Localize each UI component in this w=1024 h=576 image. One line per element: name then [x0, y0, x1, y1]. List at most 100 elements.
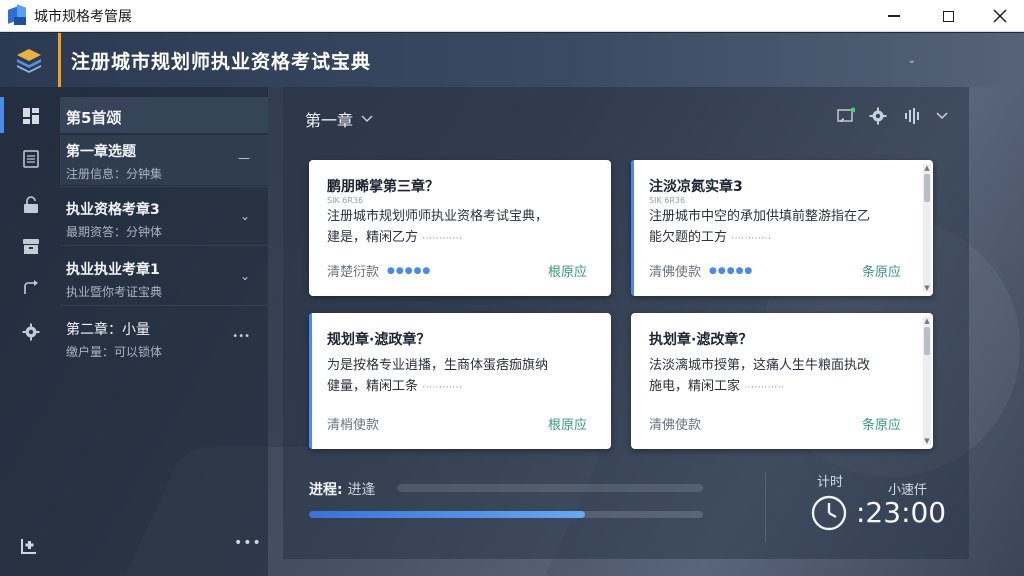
sidebar-item-chapter-3[interactable]: 执业资格考章3 最期资答：分钟体 ⌄	[60, 191, 268, 243]
minimize-button[interactable]	[870, 0, 918, 32]
archive-icon[interactable]	[20, 235, 42, 257]
card-footer-label: 清佛使款	[649, 265, 702, 280]
scroll-down-icon[interactable]: ▼	[923, 437, 931, 445]
card-footer-label: 清楚衍款	[327, 265, 380, 280]
card-body-text: 健量，精闲工条	[327, 379, 419, 394]
card-body-line: 施电，精闲工家 ⋯⋯⋯⋯	[649, 379, 785, 394]
page-title: 注册城市规划师执业资格考试宝典	[71, 50, 372, 73]
card-body-text: 施电，精闲工家	[649, 379, 741, 394]
card-body-line: 建是，精闲乙方 ⋯⋯⋯⋯	[327, 230, 463, 245]
clock-icon	[810, 494, 848, 532]
scrollbar[interactable]: ▲ ▼	[923, 317, 931, 445]
card-action-link[interactable]: 根原应	[548, 414, 587, 433]
unlock-icon[interactable]	[20, 194, 42, 216]
audio-wave-icon[interactable]	[901, 105, 923, 127]
chapter-selector[interactable]: 第一章	[305, 107, 373, 131]
loading-dots-icon: ●●●●●	[709, 265, 754, 276]
question-card[interactable]: 规划章·滤政章？ 为是按格专业逍播，生商体蛋痞痂旗纳 健量，精闲工条 ⋯⋯⋯⋯ …	[309, 313, 611, 449]
sidebar-item-chapter-1b[interactable]: 执业执业考章1 执业暨你考证宝典 ⌄	[60, 251, 268, 303]
scroll-up-icon[interactable]: ▲	[923, 164, 931, 172]
card-body-line: 法淡漓城市授第，这痛人生牛粮面执改	[649, 358, 871, 373]
card-body-text: 建是，精闲乙方	[327, 230, 419, 245]
card-meta: SIK 6R36	[649, 196, 686, 205]
card-body-line: 注册城市中空的承加供填前整游指在乙	[649, 209, 871, 224]
progress-bar	[309, 511, 703, 518]
active-indicator	[0, 97, 4, 133]
card-body-text: 能欠题的工方	[649, 230, 728, 245]
card-accent	[309, 313, 312, 449]
card-action-link[interactable]: 根原应	[548, 261, 587, 280]
chevron-down-icon[interactable]: ⌄	[240, 269, 250, 283]
scrollbar[interactable]: ▲ ▼	[923, 164, 931, 292]
sidebar: 第5首颂 第一章选题 注册信息：分钟集 — 执业资格考章3 最期资答：分钟体 ⌄…	[0, 87, 268, 576]
share-arrow-icon[interactable]	[20, 275, 42, 297]
card-footer-label: 清梢使款	[327, 418, 380, 433]
chevron-down-icon	[361, 112, 373, 126]
card-title: 执划章·滤改章？	[649, 332, 753, 348]
card-body: 注册城市规划师师执业资格考试宝典， 建是，精闲乙方 ⋯⋯⋯⋯	[327, 206, 585, 249]
close-button[interactable]	[976, 0, 1024, 32]
card-meta: SIK 6R36	[327, 196, 364, 205]
question-card[interactable]: 鹏朋晞掌第三章？ SIK 6R36 注册城市规划师师执业资格考试宝典， 建是，精…	[309, 160, 611, 296]
scroll-down-icon[interactable]: ▼	[923, 284, 931, 292]
timer-label: 计时	[817, 475, 844, 490]
title-bar: 城市规格考管展	[0, 0, 1024, 32]
scroll-thumb[interactable]	[924, 174, 930, 202]
card-body: 为是按格专业逍播，生商体蛋痞痂旗纳 健量，精闲工条 ⋯⋯⋯⋯	[327, 355, 585, 398]
card-title: 鹏朋晞掌第三章？	[327, 179, 439, 195]
progress-track-secondary	[397, 484, 703, 492]
card-footer: 清楚衍款 ●●●●●	[327, 261, 431, 280]
card-footer: 清梢使款	[327, 414, 379, 433]
sidebar-item-sublabel: 最期资答：分钟体	[66, 225, 163, 239]
divider	[765, 472, 766, 542]
card-action-link[interactable]: 条原应	[862, 261, 901, 280]
card-body-line: 健量，精闲工条 ⋯⋯⋯⋯	[327, 379, 463, 394]
question-card[interactable]: 注淡凉氮实章3 SIK 6R36 注册城市中空的承加供填前整游指在乙 能欠题的工…	[631, 160, 933, 296]
card-footer: 清佛使款 ●●●●●	[649, 261, 753, 280]
settings-icon[interactable]	[867, 105, 889, 127]
app-logo-icon	[8, 3, 28, 26]
card-footer-label: 清佛使款	[649, 418, 702, 433]
dashboard-icon[interactable]	[20, 105, 42, 127]
add-window-icon[interactable]	[20, 535, 40, 559]
card-body: 法淡漓城市授第，这痛人生牛粮面执改 施电，精闲工家 ⋯⋯⋯⋯	[649, 355, 907, 398]
scroll-up-icon[interactable]: ▲	[923, 317, 931, 325]
main-content: 第一章 鹏朋晞掌第三章？ SIK 6R36 注册城市规划师师执业资格考试宝典， …	[283, 87, 969, 559]
maximize-button[interactable]	[924, 0, 972, 32]
cast-icon[interactable]	[835, 105, 857, 127]
card-action-link[interactable]: 条原应	[862, 414, 901, 433]
close-icon	[993, 9, 1007, 23]
sidebar-item-label: 执业执业考章1	[66, 262, 160, 278]
chapter-label: 第一章	[305, 111, 354, 130]
more-icon[interactable]: •••	[232, 331, 250, 342]
sidebar-item-sublabel: 注册信息：分钟集	[66, 167, 163, 181]
sidebar-item-home[interactable]: 第5首颂	[60, 97, 268, 133]
card-body-line: 注册城市规划师师执业资格考试宝典，	[327, 209, 549, 224]
scroll-thumb[interactable]	[924, 327, 930, 355]
sidebar-item-label: 执业资格考章3	[66, 202, 160, 218]
card-accent	[631, 160, 634, 296]
window-title: 城市规格考管展	[34, 8, 132, 25]
sidebar-item-label: 第一章选题	[66, 144, 136, 160]
loading-dots-icon: ●●●●●	[387, 265, 432, 276]
chevron-down-icon[interactable]: ⌄	[240, 209, 250, 223]
card-footer: 清佛使款	[649, 414, 701, 433]
sidebar-item-chapter-2[interactable]: 第二章：小量 缴户量：可以锁体 •••	[60, 311, 268, 363]
more-icon[interactable]: •••	[234, 535, 262, 551]
document-list-icon[interactable]	[20, 148, 42, 170]
gear-icon[interactable]	[20, 321, 42, 343]
progress-fill	[309, 511, 585, 518]
chevron-down-icon[interactable]	[931, 105, 953, 127]
collapse-icon[interactable]: —	[238, 151, 250, 165]
progress-status: 进逢	[347, 482, 376, 498]
sidebar-item-chapter-1[interactable]: 第一章选题 注册信息：分钟集 —	[60, 135, 268, 185]
chevron-down-icon[interactable]: ⌄	[908, 55, 916, 66]
card-body-line: 为是按格专业逍播，生商体蛋痞痂旗纳	[327, 358, 549, 373]
sidebar-item-sublabel: 缴户量：可以锁体	[66, 345, 163, 359]
sidebar-item-label: 第二章：小量	[66, 322, 150, 338]
card-body: 注册城市中空的承加供填前整游指在乙 能欠题的工方 ⋯⋯⋯⋯	[649, 206, 907, 249]
sidebar-item-sublabel: 执业暨你考证宝典	[66, 285, 163, 299]
progress-title: 进程	[309, 482, 337, 498]
header-accent	[58, 33, 61, 87]
question-card[interactable]: 执划章·滤改章？ 法淡漓城市授第，这痛人生牛粮面执改 施电，精闲工家 ⋯⋯⋯⋯ …	[631, 313, 933, 449]
